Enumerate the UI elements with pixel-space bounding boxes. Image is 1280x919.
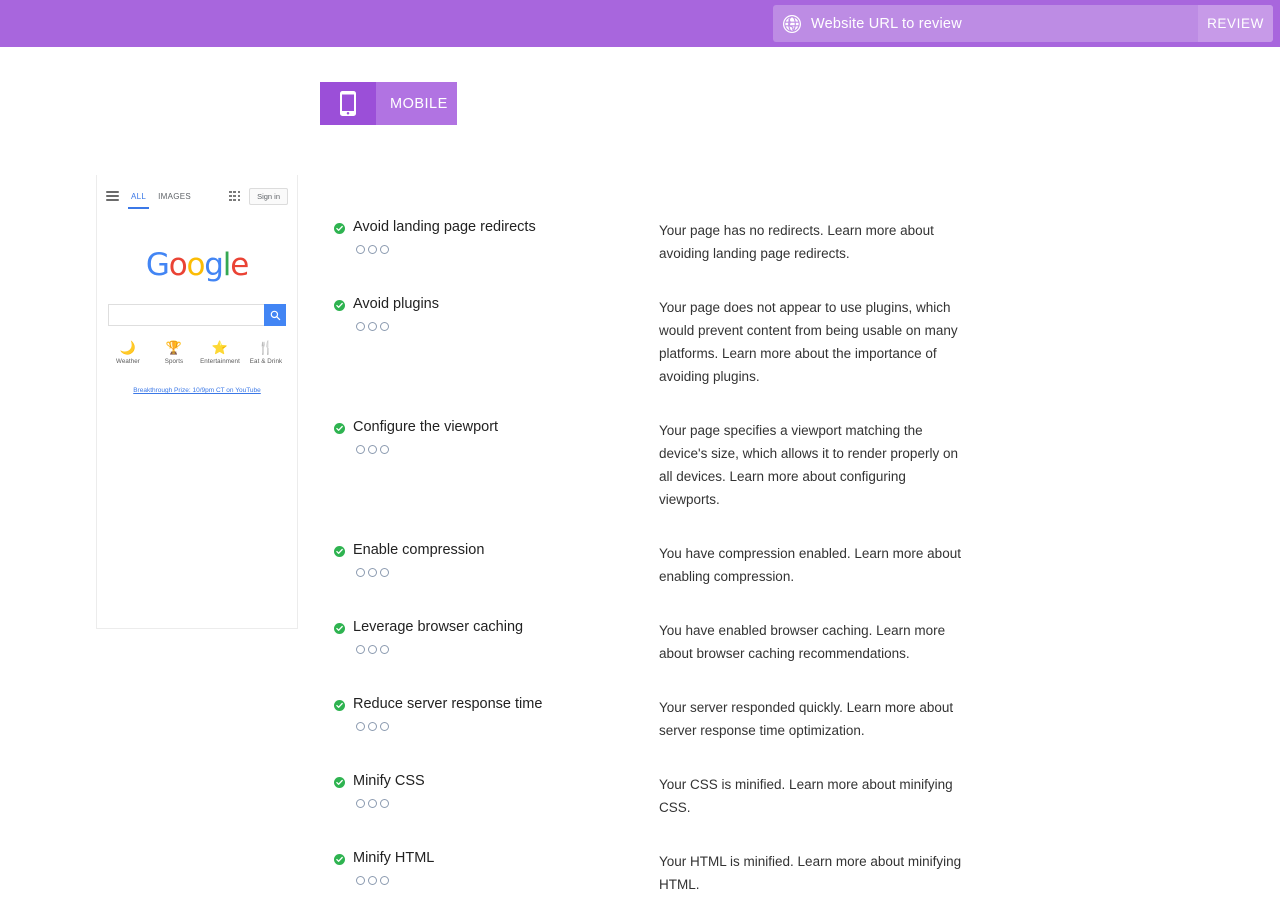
mobile-page-preview: ALL IMAGES Sign in Google 🌙 Weather 🏆 Sp… [96, 175, 298, 629]
audit-left: Minify HTML [334, 842, 659, 896]
audit-title: Reduce server response time [353, 696, 543, 712]
audit-description: You have compression enabled. Learn more… [659, 546, 961, 584]
audit-description: Your page does not appear to use plugins… [659, 300, 958, 384]
rating-dots [356, 645, 659, 654]
promo-link[interactable]: Breakthrough Prize: 10/9pm CT on YouTube [97, 387, 297, 394]
shortcut-sports[interactable]: 🏆 Sports [151, 340, 197, 365]
audit-title: Configure the viewport [353, 419, 499, 435]
audit-head: Leverage browser caching [334, 619, 659, 639]
rating-dots [356, 245, 659, 254]
weather-icon: 🌙 [119, 340, 137, 355]
audit-head: Enable compression [334, 542, 659, 562]
check-circle-icon [334, 775, 345, 793]
audit-description: Your HTML is minified. Learn more about … [659, 854, 962, 892]
audit-left: Enable compression [334, 534, 659, 588]
audit-left: Minify CSS [334, 765, 659, 819]
audit-description: Your server responded quickly. Learn mor… [659, 700, 954, 738]
shortcut-label: Eat & Drink [249, 358, 283, 365]
signin-button[interactable]: Sign in [249, 187, 288, 205]
audit-description: Your page specifies a viewport matching … [659, 423, 958, 507]
audit-item: Minify CSS Your CSS is minified. Learn m… [334, 765, 974, 819]
audit-description: Your page has no redirects. Learn more a… [659, 223, 934, 261]
review-button[interactable]: REVIEW [1198, 5, 1273, 42]
audit-item: Leverage browser caching You have enable… [334, 611, 974, 665]
mobile-phone-icon [320, 82, 376, 125]
audit-head: Minify CSS [334, 773, 659, 793]
preview-nav-images[interactable]: IMAGES [158, 192, 191, 201]
audit-list: Avoid landing page redirects Your page h… [334, 211, 974, 919]
shortcut-weather[interactable]: 🌙 Weather [105, 340, 151, 365]
globe-icon [782, 14, 802, 34]
rating-dots [356, 722, 659, 731]
audit-item: Configure the viewport Your page specifi… [334, 411, 974, 511]
search-icon[interactable] [264, 304, 286, 326]
check-circle-icon [334, 621, 345, 639]
audit-left: Configure the viewport [334, 411, 659, 511]
audit-title: Enable compression [353, 542, 485, 558]
audit-item: Avoid landing page redirects Your page h… [334, 211, 974, 265]
audit-title: Minify HTML [353, 850, 435, 866]
audit-head: Minify HTML [334, 850, 659, 870]
shortcut-label: Sports [164, 358, 184, 365]
cutlery-icon: 🍴 [257, 340, 275, 355]
audit-title: Minify CSS [353, 773, 425, 789]
preview-nav: ALL IMAGES Sign in [97, 175, 297, 209]
check-circle-icon [334, 421, 345, 439]
star-icon: ⭐ [211, 340, 229, 355]
audit-description: You have enabled browser caching. Learn … [659, 623, 946, 661]
check-circle-icon [334, 221, 345, 239]
url-input-placeholder[interactable]: Website URL to review [811, 16, 1198, 32]
audit-item: Avoid plugins Your page does not appear … [334, 288, 974, 388]
shortcut-entertainment[interactable]: ⭐ Entertainment [197, 340, 243, 365]
preview-search-box [108, 304, 286, 326]
audit-left: Leverage browser caching [334, 611, 659, 665]
audit-title: Leverage browser caching [353, 619, 524, 635]
google-logo: Google [145, 247, 249, 283]
shortcut-eat-and-drink[interactable]: 🍴 Eat & Drink [243, 340, 289, 365]
preview-shortcuts: 🌙 Weather 🏆 Sports ⭐ Entertainment 🍴 Eat… [105, 340, 289, 365]
check-circle-icon [334, 698, 345, 716]
shortcut-label: Weather [116, 358, 140, 365]
shortcut-label: Entertainment [200, 358, 240, 365]
hamburger-menu-icon[interactable] [106, 191, 119, 201]
audit-item: Enable compression You have compression … [334, 534, 974, 588]
check-circle-icon [334, 852, 345, 870]
audit-title: Avoid landing page redirects [353, 219, 536, 235]
tab-mobile[interactable]: MOBILE [320, 82, 457, 125]
audit-item: Reduce server response time Your server … [334, 688, 974, 742]
check-circle-icon [334, 298, 345, 316]
app-header: Website URL to review REVIEW [0, 0, 1280, 47]
audit-title: Avoid plugins [353, 296, 439, 312]
audit-left: Avoid landing page redirects [334, 211, 659, 265]
rating-dots [356, 445, 659, 454]
preview-nav-all[interactable]: ALL [127, 192, 150, 209]
rating-dots [356, 876, 659, 885]
search-input[interactable] [108, 304, 264, 326]
apps-grid-icon[interactable] [229, 190, 241, 202]
trophy-icon: 🏆 [165, 340, 183, 355]
audit-left: Reduce server response time [334, 688, 659, 742]
audit-left: Avoid plugins [334, 288, 659, 388]
audit-item: Minify HTML Your HTML is minified. Learn… [334, 842, 974, 896]
audit-head: Reduce server response time [334, 696, 659, 716]
check-circle-icon [334, 544, 345, 562]
rating-dots [356, 568, 659, 577]
audit-head: Avoid plugins [334, 296, 659, 316]
rating-dots [356, 799, 659, 808]
audit-head: Configure the viewport [334, 419, 659, 439]
audit-head: Avoid landing page redirects [334, 219, 659, 239]
rating-dots [356, 322, 659, 331]
audit-description: Your CSS is minified. Learn more about m… [659, 777, 953, 815]
tab-mobile-label: MOBILE [376, 82, 457, 125]
url-input-bar[interactable]: Website URL to review REVIEW [773, 5, 1273, 42]
